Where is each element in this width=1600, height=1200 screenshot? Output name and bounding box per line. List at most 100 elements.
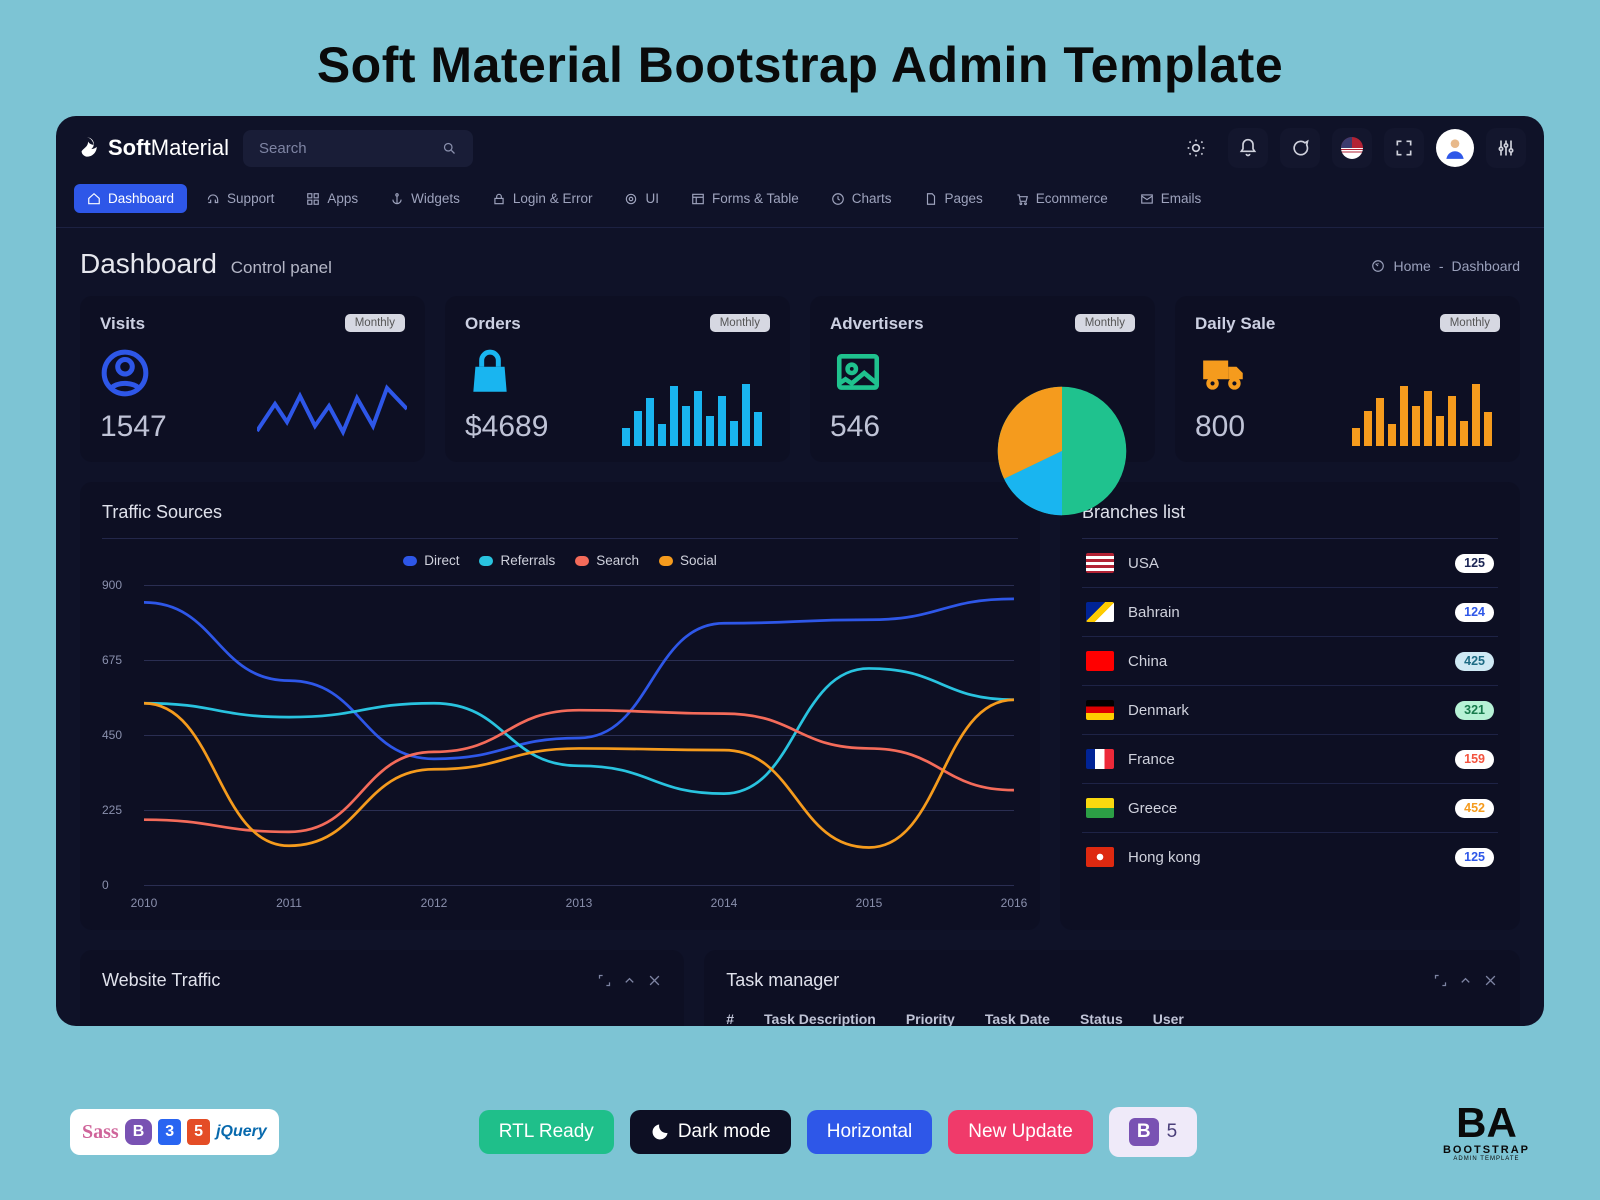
primary-nav: DashboardSupportAppsWidgetsLogin & Error… xyxy=(56,180,1544,228)
anchor-icon xyxy=(390,192,404,206)
stat-visits[interactable]: Visits Monthly 1547 xyxy=(80,296,425,462)
task-manager-panel: Task manager # Task Description Priority Ta… xyxy=(704,950,1520,1027)
y-tick: 0 xyxy=(102,878,109,892)
cart-icon xyxy=(1015,192,1029,206)
jquery-icon: jQuery xyxy=(216,1123,267,1141)
user-avatar[interactable] xyxy=(1436,129,1474,167)
chip-dark-mode[interactable]: Dark mode xyxy=(630,1110,791,1154)
close-icon[interactable] xyxy=(647,973,662,988)
sparkline xyxy=(622,376,772,446)
nav-dashboard[interactable]: Dashboard xyxy=(74,184,187,213)
sparkline xyxy=(987,376,1137,446)
branch-row[interactable]: Hong kong 125 xyxy=(1082,832,1498,881)
panel-title: Task manager xyxy=(726,970,839,991)
branch-name: Denmark xyxy=(1128,702,1189,719)
settings-button[interactable] xyxy=(1486,128,1526,168)
branch-count: 124 xyxy=(1455,603,1494,622)
branch-count: 425 xyxy=(1455,652,1494,671)
branch-row[interactable]: USA 125 xyxy=(1082,539,1498,587)
crumb-home[interactable]: Home xyxy=(1393,258,1430,274)
collapse-icon[interactable] xyxy=(1458,973,1473,988)
branch-name: Hong kong xyxy=(1128,849,1201,866)
flag-icon xyxy=(1086,700,1114,720)
nav-apps[interactable]: Apps xyxy=(293,184,371,213)
y-tick: 675 xyxy=(102,653,122,667)
stat-orders[interactable]: Orders Monthly $4689 xyxy=(445,296,790,462)
nav-ecommerce[interactable]: Ecommerce xyxy=(1002,184,1121,213)
brand-logo-icon xyxy=(74,135,100,161)
collapse-icon[interactable] xyxy=(622,973,637,988)
nav-support[interactable]: Support xyxy=(193,184,287,213)
stat-advertisers[interactable]: Advertisers Monthly 546 xyxy=(810,296,1155,462)
ba-logo: BA BOOTSTRAP ADMIN TEMPLATE xyxy=(1443,1102,1530,1162)
nav-forms-table[interactable]: Forms & Table xyxy=(678,184,812,213)
maximize-icon xyxy=(1394,138,1414,158)
theme-toggle[interactable] xyxy=(1176,128,1216,168)
panels-row: Traffic Sources DirectReferralsSearchSoc… xyxy=(56,462,1544,930)
nav-widgets[interactable]: Widgets xyxy=(377,184,473,213)
x-tick: 2014 xyxy=(711,896,738,910)
task-col: Task Description xyxy=(764,1011,876,1027)
task-col: Task Date xyxy=(985,1011,1050,1027)
period-pill: Monthly xyxy=(710,314,770,332)
branch-row[interactable]: Bahrain 124 xyxy=(1082,587,1498,636)
lock-icon xyxy=(492,192,506,206)
flag-icon xyxy=(1086,847,1114,867)
x-tick: 2015 xyxy=(856,896,883,910)
legend-item[interactable]: Social xyxy=(659,553,717,568)
chip-5[interactable]: B5 xyxy=(1109,1107,1197,1157)
us-flag-icon xyxy=(1341,137,1363,159)
sparkline xyxy=(1352,376,1502,446)
app-shell: SoftMaterial Search DashboardSupportApps… xyxy=(56,116,1544,1026)
chip-rtl-ready[interactable]: RTL Ready xyxy=(479,1110,614,1154)
page-header: Dashboard Control panel Home - Dashboard xyxy=(56,228,1544,296)
banner-title: Soft Material Bootstrap Admin Template xyxy=(0,0,1600,116)
task-col: Priority xyxy=(906,1011,955,1027)
layout-icon xyxy=(691,192,705,206)
legend-item[interactable]: Search xyxy=(575,553,639,568)
nav-login-error[interactable]: Login & Error xyxy=(479,184,606,213)
stat-daily-sale[interactable]: Daily Sale Monthly 800 xyxy=(1175,296,1520,462)
legend-item[interactable]: Direct xyxy=(403,553,459,568)
nav-pages[interactable]: Pages xyxy=(911,184,996,213)
search-placeholder: Search xyxy=(259,140,307,157)
messages-button[interactable] xyxy=(1280,128,1320,168)
topbar-actions xyxy=(1176,128,1526,168)
topbar: SoftMaterial Search xyxy=(56,116,1544,180)
chip-new-update[interactable]: New Update xyxy=(948,1110,1093,1154)
tech-logos: Sass B 3 5 jQuery xyxy=(70,1109,279,1155)
nav-charts[interactable]: Charts xyxy=(818,184,905,213)
branch-row[interactable]: China 425 xyxy=(1082,636,1498,685)
brand[interactable]: SoftMaterial xyxy=(74,135,229,161)
fullscreen-button[interactable] xyxy=(1384,128,1424,168)
html5-icon: 5 xyxy=(187,1119,210,1145)
mail-icon xyxy=(1140,192,1154,206)
nav-emails[interactable]: Emails xyxy=(1127,184,1215,213)
expand-icon[interactable] xyxy=(597,973,612,988)
task-table-head: # Task Description Priority Task Date Status… xyxy=(726,991,1498,1027)
search-icon xyxy=(442,141,457,156)
clock-icon xyxy=(831,192,845,206)
y-tick: 450 xyxy=(102,728,122,742)
expand-icon[interactable] xyxy=(1433,973,1448,988)
notifications-button[interactable] xyxy=(1228,128,1268,168)
flag-icon xyxy=(1086,651,1114,671)
locale-button[interactable] xyxy=(1332,128,1372,168)
branch-name: Bahrain xyxy=(1128,604,1180,621)
nav-ui[interactable]: UI xyxy=(611,184,672,213)
branch-count: 452 xyxy=(1455,799,1494,818)
branch-row[interactable]: Greece 452 xyxy=(1082,783,1498,832)
promo-footer: Sass B 3 5 jQuery RTL Ready Dark mode Hori… xyxy=(0,1078,1600,1200)
chip-horizontal[interactable]: Horizontal xyxy=(807,1110,933,1154)
task-col: # xyxy=(726,1011,734,1027)
task-col: Status xyxy=(1080,1011,1123,1027)
moon-icon xyxy=(650,1122,670,1142)
sass-icon: Sass xyxy=(82,1121,119,1144)
legend-item[interactable]: Referrals xyxy=(479,553,555,568)
close-icon[interactable] xyxy=(1483,973,1498,988)
branch-row[interactable]: France 159 xyxy=(1082,734,1498,783)
branch-row[interactable]: Denmark 321 xyxy=(1082,685,1498,734)
flag-icon xyxy=(1086,602,1114,622)
flag-icon xyxy=(1086,749,1114,769)
search-input[interactable]: Search xyxy=(243,130,473,167)
